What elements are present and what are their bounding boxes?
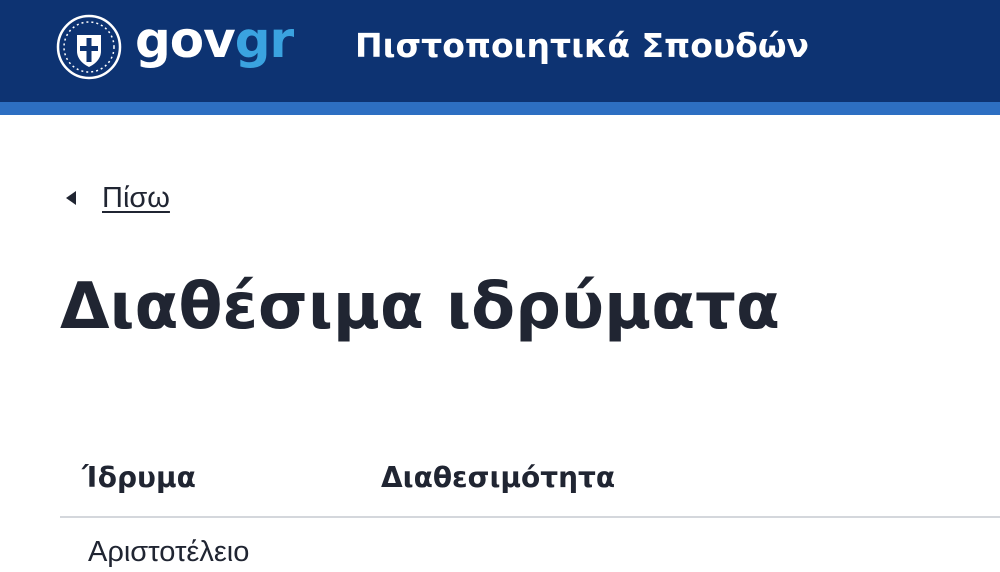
page-title: Διαθέσιμα ιδρύματα — [60, 270, 780, 344]
table-header-divider — [60, 516, 1000, 518]
back-link[interactable]: Πίσω — [66, 178, 170, 218]
back-link-label: Πίσω — [102, 181, 170, 214]
table-row-institution: Αριστοτέλειο — [88, 536, 250, 568]
coat-of-arms-icon — [56, 14, 122, 80]
logo-gr-text: gr — [234, 11, 294, 69]
header-accent-stripe — [0, 102, 1000, 115]
column-header-institution: Ίδρυμα — [82, 461, 196, 494]
logo-gov-text: gov — [135, 11, 236, 69]
column-header-availability: Διαθεσιμότητα — [381, 461, 616, 494]
govgr-logo[interactable]: govgr — [135, 10, 294, 70]
caret-left-icon — [66, 191, 76, 205]
service-title[interactable]: Πιστοποιητικά Σπουδών — [355, 22, 809, 70]
site-header: govgr Πιστοποιητικά Σπουδών — [0, 0, 1000, 102]
